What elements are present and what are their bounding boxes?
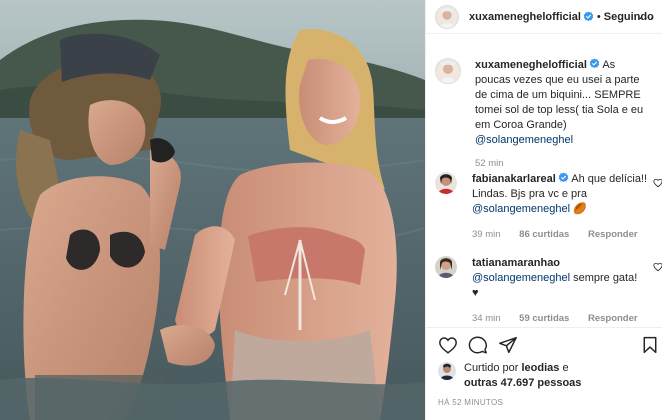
liked-by-summary: Curtido por leodias e outras 47.697 pess… xyxy=(438,361,581,391)
bookmark-icon[interactable] xyxy=(642,336,658,354)
commenter-avatar[interactable] xyxy=(435,172,457,194)
comment-reply-button[interactable]: Responder xyxy=(588,313,638,324)
liked-by-user-link[interactable]: leodias xyxy=(521,362,559,374)
caption-author-username[interactable]: xuxameneghelofficial xyxy=(475,59,587,71)
caption-timestamp: 52 min xyxy=(475,158,504,169)
liked-by-conjunction: e xyxy=(562,362,569,374)
comment-timestamp: 34 min xyxy=(472,313,501,324)
heart-icon[interactable] xyxy=(438,336,458,354)
post-timestamp: HÁ 52 MINUTOS xyxy=(438,398,504,407)
liked-by-prefix: Curtido por xyxy=(464,362,519,374)
verified-badge-icon xyxy=(558,172,569,183)
caption-author-avatar[interactable] xyxy=(435,58,461,84)
comment-text: sempre gata! xyxy=(573,272,638,284)
share-icon[interactable] xyxy=(498,336,518,354)
liker-avatar-image xyxy=(438,362,456,380)
post-side-panel: xuxameneghelofficial • Seguindo ··· xuxa… xyxy=(425,0,662,420)
comment-heart-icon[interactable] xyxy=(653,178,662,188)
post-action-bar xyxy=(426,327,662,357)
liked-by-text: Curtido por leodias e outras 47.697 pess… xyxy=(464,361,581,391)
comment-author-username[interactable]: fabianakarlareal xyxy=(472,173,556,185)
comment-meta: 39 min 86 curtidas Responder xyxy=(472,227,650,242)
comment-author-username[interactable]: tatianamaranhao xyxy=(472,257,560,269)
more-options-icon[interactable]: ··· xyxy=(638,9,655,25)
post-photo[interactable] xyxy=(0,0,425,420)
beach-photo-illustration xyxy=(0,0,425,420)
commenter-avatar[interactable] xyxy=(435,256,457,278)
verified-badge-icon xyxy=(589,58,600,69)
comment-heart-icon[interactable] xyxy=(653,262,662,272)
header-separator: • xyxy=(596,10,601,23)
commenter-avatar-image xyxy=(435,172,457,194)
comment-timestamp: 39 min xyxy=(472,229,501,240)
liked-by-others-link[interactable]: outras 47.697 pessoas xyxy=(464,377,581,389)
verified-badge-icon xyxy=(583,11,594,22)
comment-emoji: ♥ xyxy=(472,287,479,299)
instagram-post-view: xuxameneghelofficial • Seguindo ··· xuxa… xyxy=(0,0,662,420)
author-username[interactable]: xuxameneghelofficial xyxy=(469,11,581,23)
comment-mention-link[interactable]: @solangemeneghel xyxy=(472,272,570,284)
comment-meta: 34 min 59 curtidas Responder xyxy=(472,311,650,326)
post-header: xuxameneghelofficial • Seguindo ··· xyxy=(426,0,662,34)
post-caption: xuxameneghelofficial As poucas vezes que… xyxy=(435,58,657,169)
comment-icon[interactable] xyxy=(468,336,488,354)
comment-item: tatianamaranhao @solangemeneghel sempre … xyxy=(435,256,662,326)
liker-avatar[interactable] xyxy=(438,362,456,380)
comment-emoji: 🏉 xyxy=(573,203,587,215)
author-avatar[interactable] xyxy=(435,4,459,29)
caption-mention-link[interactable]: @solangemeneghel xyxy=(475,134,573,146)
comment-item: fabianakarlareal Ah que delícia!! Lindas… xyxy=(435,172,662,242)
author-avatar-image xyxy=(436,5,458,28)
comment-mention-link[interactable]: @solangemeneghel xyxy=(472,203,570,215)
comment-like-count[interactable]: 59 curtidas xyxy=(519,313,569,324)
caption-avatar-image xyxy=(436,59,460,83)
caption-text-block: xuxameneghelofficial As poucas vezes que… xyxy=(475,58,653,148)
comment-like-count[interactable]: 86 curtidas xyxy=(519,229,569,240)
comment-reply-button[interactable]: Responder xyxy=(588,229,638,240)
commenter-avatar-image xyxy=(435,256,457,278)
